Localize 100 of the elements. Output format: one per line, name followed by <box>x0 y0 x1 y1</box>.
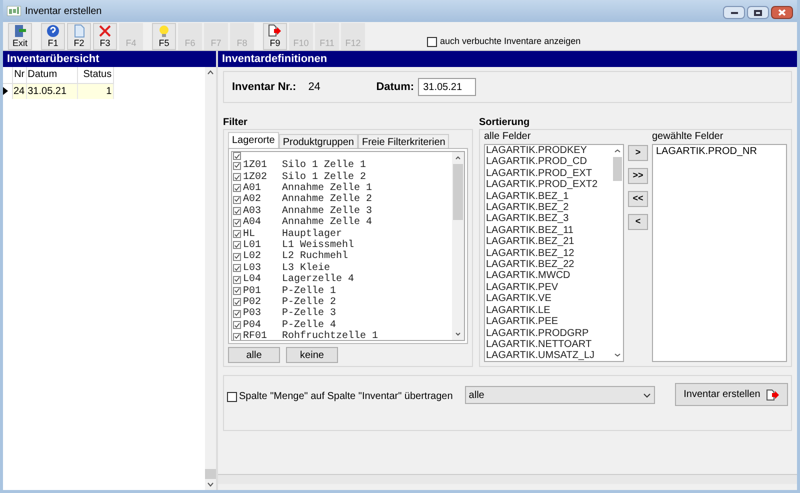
list-item[interactable]: LAGARTIK.VE <box>486 293 612 305</box>
checkbox-label[interactable]: Spalte "Menge" auf Spalte "Inventar" übertragen <box>239 389 453 404</box>
location-code[interactable]: A02 <box>243 192 282 208</box>
checkbox[interactable] <box>233 218 241 227</box>
toolbar-button[interactable]: F2 <box>67 22 91 50</box>
checkbox[interactable] <box>233 173 241 182</box>
list-item[interactable]: LAGARTIK.PROD_EXT <box>486 168 612 180</box>
table-row[interactable]: 24 31.05.21 1 <box>3 83 114 99</box>
list-item[interactable]: LAGARTIK.PROD_EXT2 <box>486 179 612 191</box>
list-item[interactable]: LAGARTIK.BEZ_3 <box>486 213 612 225</box>
list-item[interactable]: LAGARTIK.PEE <box>486 316 612 328</box>
checkbox[interactable] <box>233 230 241 238</box>
checkbox[interactable] <box>233 298 241 306</box>
checkbox[interactable] <box>233 184 241 192</box>
list-item[interactable]: LAGARTIK.NETTOART <box>486 338 612 350</box>
checkbox[interactable] <box>233 252 241 261</box>
door-icon <box>13 24 27 38</box>
location-code[interactable]: A04 <box>243 215 282 230</box>
list-item[interactable]: LAGARTIK.PRODGRP <box>486 328 612 339</box>
toolbar-button[interactable]: F3 <box>93 22 117 50</box>
move-button[interactable]: < <box>628 214 648 230</box>
list-item[interactable]: LAGARTIK.BEZ_22 <box>486 259 612 270</box>
group-title: Filter <box>223 117 248 129</box>
filter-button[interactable]: keine <box>286 347 338 363</box>
list-label: alle Felder <box>484 130 532 144</box>
checkbox[interactable] <box>233 207 241 216</box>
location-code[interactable]: 1Z01 <box>243 158 282 174</box>
table-cell: 1 <box>77 83 114 99</box>
checkbox[interactable] <box>233 241 241 250</box>
maximize-button[interactable] <box>747 6 769 19</box>
location-code[interactable]: P03 <box>243 306 282 322</box>
dropdown[interactable]: alle <box>464 386 655 404</box>
number-value: 24 <box>308 80 322 95</box>
checkbox[interactable] <box>233 321 241 330</box>
list-item[interactable]: LAGARTIK.PROD_NR <box>656 146 786 158</box>
panel-header: Inventarübersicht <box>3 51 216 67</box>
scroll-thumb[interactable] <box>205 469 216 479</box>
toolbar-button[interactable]: Exit <box>8 22 32 50</box>
location-code[interactable]: RF01 <box>243 329 282 340</box>
group-title: Sortierung <box>479 117 531 129</box>
list-item[interactable]: LAGARTIK.BEZ_12 <box>486 248 612 260</box>
move-button[interactable]: << <box>628 191 648 207</box>
toolbar-button[interactable]: F5 <box>152 22 176 50</box>
table-cell: 24 <box>12 83 26 99</box>
scroll-thumb[interactable] <box>613 157 622 181</box>
toolbar-button[interactable]: F1 <box>41 22 65 50</box>
move-button[interactable]: > <box>628 145 648 161</box>
column-header[interactable]: Status <box>77 67 114 83</box>
close-button[interactable] <box>771 6 793 19</box>
list-item[interactable]: LAGARTIK.PEV <box>486 282 612 294</box>
checkbox[interactable] <box>233 276 241 284</box>
list-item[interactable]: LAGARTIK.PRODKEY <box>486 145 612 156</box>
tab[interactable]: Lagerorte <box>228 132 279 148</box>
column-header[interactable]: Datum <box>26 67 78 83</box>
list-item[interactable]: LAGARTIK.BEZ_2 <box>486 202 612 214</box>
export-icon <box>268 24 282 38</box>
panel-header: Inventardefinitionen <box>218 51 797 67</box>
minimize-button[interactable] <box>723 6 745 19</box>
create-inventory-button[interactable]: Inventar erstellen <box>675 383 788 406</box>
window-title: Inventar erstellen <box>25 4 102 18</box>
checkbox[interactable] <box>427 37 437 47</box>
checkbox-label[interactable]: auch verbuchte Inventare anzeigen <box>440 35 581 49</box>
field-list[interactable]: LAGARTIK.PROD_NR <box>652 144 787 362</box>
export-icon <box>766 388 780 400</box>
list-item[interactable]: LAGARTIK.LE <box>486 304 612 316</box>
checkbox[interactable] <box>227 392 237 402</box>
list-item[interactable]: LAGARTIK.MWCD <box>486 270 612 282</box>
date-field[interactable]: 31.05.21 <box>418 78 476 96</box>
list-item[interactable]: LAGARTIK.PROD_CD <box>486 156 612 168</box>
scrollbar[interactable] <box>452 152 464 340</box>
field-list[interactable] <box>484 144 624 362</box>
checkbox[interactable] <box>233 332 241 340</box>
checkbox[interactable] <box>233 196 241 204</box>
toolbar-button[interactable]: F9 <box>263 22 287 50</box>
location-code[interactable]: L02 <box>243 249 282 264</box>
column-header[interactable]: Nr <box>12 67 26 83</box>
list-item[interactable]: LAGARTIK.BEZ_21 <box>486 236 612 248</box>
tab[interactable]: Freie Filterkriterien <box>358 134 450 148</box>
checkbox[interactable] <box>233 310 241 318</box>
row-pointer-icon <box>3 87 8 96</box>
list-item[interactable]: LAGARTIK.UMSATZ_LJ <box>486 350 612 361</box>
checkbox[interactable] <box>233 152 241 160</box>
minimize-icon <box>730 12 738 14</box>
checkbox[interactable] <box>233 162 241 170</box>
chevron-down-icon <box>642 392 651 398</box>
scroll-thumb[interactable] <box>453 164 463 220</box>
scrollbar[interactable] <box>205 67 216 490</box>
checkbox[interactable] <box>233 286 241 295</box>
table-cell: 31.05.21 <box>26 83 78 99</box>
close-icon <box>778 9 786 16</box>
move-button[interactable]: >> <box>628 168 648 184</box>
list-item[interactable]: LAGARTIK.BEZ_11 <box>486 224 612 236</box>
filter-button[interactable]: alle <box>228 347 280 363</box>
location-name[interactable]: Rohfruchtzelle 1 <box>282 329 378 340</box>
list-item[interactable]: LAGARTIK.BEZ_1 <box>486 190 612 202</box>
lightbulb-icon <box>157 24 171 38</box>
checkbox[interactable] <box>233 264 241 272</box>
delete-icon <box>98 24 112 38</box>
tab[interactable]: Produktgruppen <box>278 134 358 148</box>
help-icon <box>46 24 60 38</box>
